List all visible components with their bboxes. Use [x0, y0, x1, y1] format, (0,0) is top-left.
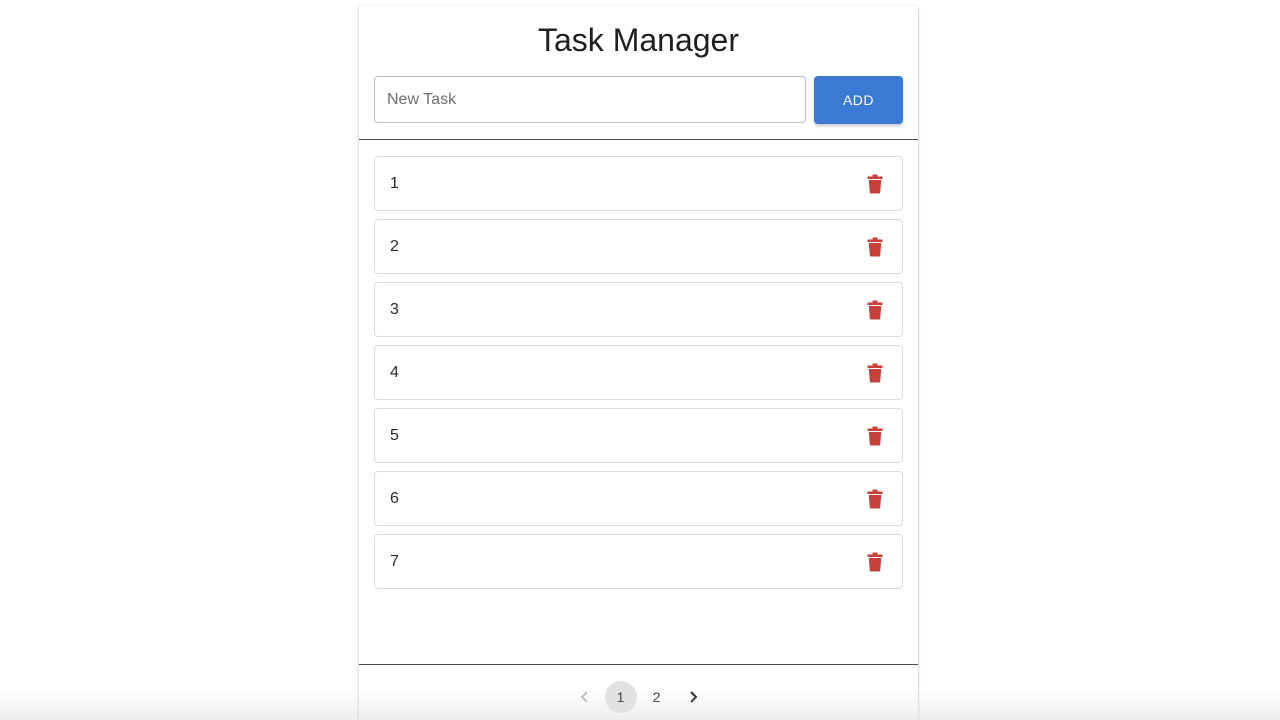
trash-icon: [867, 552, 883, 572]
task-manager-card: Task Manager ADD 1234567 12: [359, 6, 918, 720]
page-button-2[interactable]: 2: [641, 681, 673, 713]
chevron-left-icon: [580, 691, 588, 703]
delete-task-button[interactable]: [862, 423, 888, 449]
app-page: Task Manager ADD 1234567 12: [0, 0, 1280, 720]
delete-task-button[interactable]: [862, 234, 888, 260]
pagination: 12: [359, 680, 918, 714]
page-button-1[interactable]: 1: [604, 681, 637, 713]
chevron-right-icon: [689, 691, 697, 703]
task-item: 6: [374, 471, 903, 526]
task-item: 2: [374, 219, 903, 274]
add-task-button[interactable]: ADD: [814, 76, 903, 124]
task-label: 5: [390, 427, 399, 444]
task-label: 1: [390, 175, 399, 192]
trash-icon: [867, 426, 883, 446]
delete-task-button[interactable]: [862, 297, 888, 323]
task-label: 6: [390, 490, 399, 507]
task-label: 7: [390, 553, 399, 570]
header-divider: [359, 139, 918, 140]
task-item: 1: [374, 156, 903, 211]
trash-icon: [867, 489, 883, 509]
delete-task-button[interactable]: [862, 171, 888, 197]
delete-task-button[interactable]: [862, 549, 888, 575]
task-label: 3: [390, 301, 399, 318]
trash-icon: [867, 174, 883, 194]
footer-divider: [359, 664, 918, 665]
prev-page-button[interactable]: [569, 681, 601, 713]
task-label: 2: [390, 238, 399, 255]
page-title: Task Manager: [538, 22, 739, 58]
delete-task-button[interactable]: [862, 360, 888, 386]
task-item: 3: [374, 282, 903, 337]
page-numbers: 12: [604, 681, 673, 713]
next-page-button[interactable]: [677, 681, 709, 713]
new-task-input[interactable]: [374, 76, 806, 123]
delete-task-button[interactable]: [862, 486, 888, 512]
trash-icon: [867, 363, 883, 383]
trash-icon: [867, 237, 883, 257]
task-item: 7: [374, 534, 903, 589]
trash-icon: [867, 300, 883, 320]
task-item: 4: [374, 345, 903, 400]
task-list: 1 2 3 4 5 6 7: [374, 156, 903, 597]
task-label: 4: [390, 364, 399, 381]
task-item: 5: [374, 408, 903, 463]
